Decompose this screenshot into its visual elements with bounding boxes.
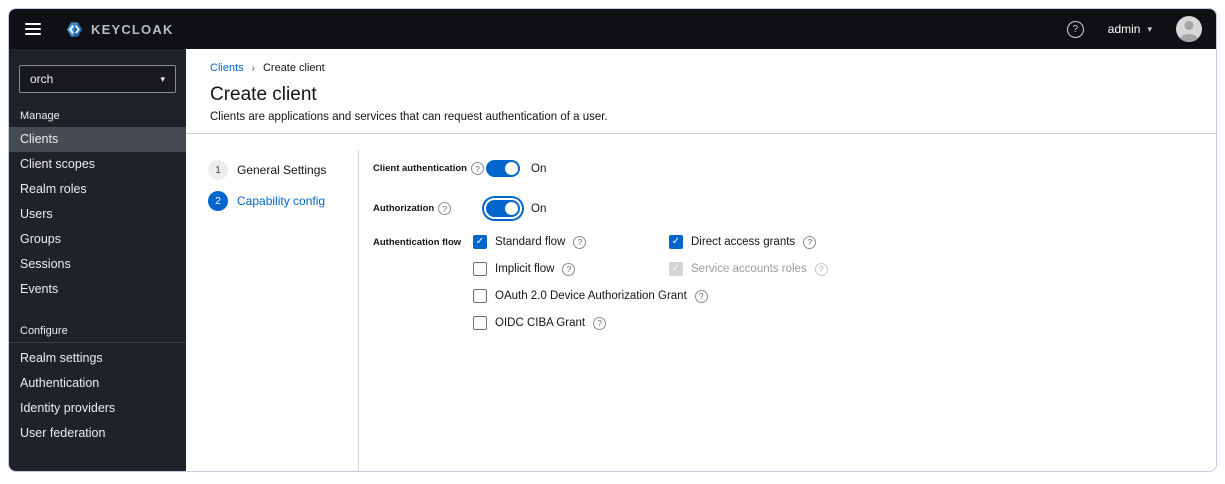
checkbox-implicit-flow[interactable]: ✓ Implicit flow ? [473,262,669,276]
client-authentication-toggle[interactable] [486,160,520,177]
wizard-nav: 1 General Settings 2 Capability config [186,134,359,471]
nav-section-title: Manage [20,110,60,122]
nav-section-title: Configure [20,325,68,337]
wizard-step-general-settings[interactable]: 1 General Settings [208,160,359,180]
checkbox-box: ✓ [473,262,487,276]
sidebar-item-authentication[interactable]: Authentication [9,371,186,396]
step-label: General Settings [237,163,327,177]
authentication-flow-row: Authentication flow ✓ Standard flow ? ✓ … [373,235,1216,330]
avatar[interactable] [1176,16,1202,42]
breadcrumb-current: Create client [262,62,325,74]
authentication-flow-label: Authentication flow [373,237,462,248]
sidebar: orch ▾ Manage Clients Client scopes Real… [9,49,186,471]
help-icon[interactable]: ? [1066,20,1084,38]
nav-toggle-button[interactable] [21,19,45,39]
sidebar-item-clients[interactable]: Clients [9,127,186,152]
checkbox-box: ✓ [473,316,487,330]
checkbox-box: ✓ [669,262,683,276]
authorization-row: Authorization ? On [373,200,1216,217]
help-icon[interactable]: ? [593,316,607,330]
sidebar-item-client-scopes[interactable]: Client scopes [9,152,186,177]
checkbox-oidc-ciba-grant[interactable]: ✓ OIDC CIBA Grant ? [473,316,828,330]
avatar-person-icon [1184,21,1194,30]
sidebar-item-sessions[interactable]: Sessions [9,252,186,277]
client-authentication-row: Client authentication ? On [373,160,1216,177]
toggle-state-label: On [531,202,547,215]
check-icon: ✓ [475,236,485,247]
help-icon[interactable]: ? [814,262,828,276]
sidebar-item-users[interactable]: Users [9,202,186,227]
checkbox-oauth-device-authorization-grant[interactable]: ✓ OAuth 2.0 Device Authorization Grant ? [473,289,828,303]
breadcrumb: Clients › Create client [210,62,1192,74]
wizard-step-capability-config[interactable]: 2 Capability config [208,191,359,211]
sidebar-nav: Manage Clients Client scopes Realm roles… [9,110,186,446]
authentication-flow-options: ✓ Standard flow ? ✓ Direct access grants… [473,235,828,330]
sidebar-item-groups[interactable]: Groups [9,227,186,252]
nav-section-manage: Manage Clients Client scopes Realm roles… [9,110,186,302]
step-number: 1 [208,160,228,180]
realm-select[interactable]: orch ▾ [19,65,176,93]
checkbox-standard-flow[interactable]: ✓ Standard flow ? [473,235,669,249]
breadcrumb-link-clients[interactable]: Clients [210,62,244,74]
step-label: Capability config [237,194,326,208]
capability-config-form: Client authentication ? On Authorization… [359,134,1216,471]
top-bar: KEYCLOAK ? admin ▾ [9,9,1216,49]
help-icon[interactable]: ? [803,235,817,249]
sidebar-item-events[interactable]: Events [9,277,186,302]
app-window: KEYCLOAK ? admin ▾ orch ▾ Manage Clients… [8,8,1217,472]
hamburger-icon [25,23,41,25]
nav-section-configure: Configure Realm settings Authentication … [9,325,186,446]
authorization-toggle[interactable] [486,200,520,217]
sidebar-item-realm-settings[interactable]: Realm settings [9,346,186,371]
help-icon[interactable]: ? [694,289,708,303]
brand-text: KEYCLOAK [91,21,174,37]
checkbox-box: ✓ [473,289,487,303]
page-subtitle: Clients are applications and services th… [210,111,608,123]
step-number: 2 [208,191,228,211]
sidebar-item-user-federation[interactable]: User federation [9,421,186,446]
help-icon[interactable]: ? [562,262,576,276]
sidebar-item-realm-roles[interactable]: Realm roles [9,177,186,202]
keycloak-logo-icon [66,21,83,37]
help-icon[interactable]: ? [470,162,484,175]
authorization-label: Authorization ? [373,202,473,215]
help-icon[interactable]: ? [573,235,587,249]
checkbox-service-accounts-roles: ✓ Service accounts roles ? [669,262,828,276]
page-header: Clients › Create client Create client Cl… [186,49,1216,134]
sidebar-item-identity-providers[interactable]: Identity providers [9,396,186,421]
chevron-down-icon: ▾ [1147,23,1152,34]
page-title: Create client [210,84,317,105]
checkbox-box: ✓ [669,235,683,249]
user-name: admin [1107,22,1141,36]
main-content: Clients › Create client Create client Cl… [186,49,1216,471]
checkbox-box: ✓ [473,235,487,249]
chevron-down-icon: ▾ [160,73,165,84]
checkbox-direct-access-grants[interactable]: ✓ Direct access grants ? [669,235,828,249]
help-icon[interactable]: ? [438,202,452,215]
check-icon: ✓ [671,236,681,247]
client-authentication-label: Client authentication ? [373,162,484,175]
check-icon: ✓ [671,263,681,274]
toggle-state-label: On [531,162,547,175]
realm-select-value: orch [30,72,54,86]
user-menu[interactable]: admin ▾ [1108,22,1152,36]
breadcrumb-separator-icon: › [251,62,255,74]
keycloak-logo[interactable]: KEYCLOAK [63,20,174,39]
